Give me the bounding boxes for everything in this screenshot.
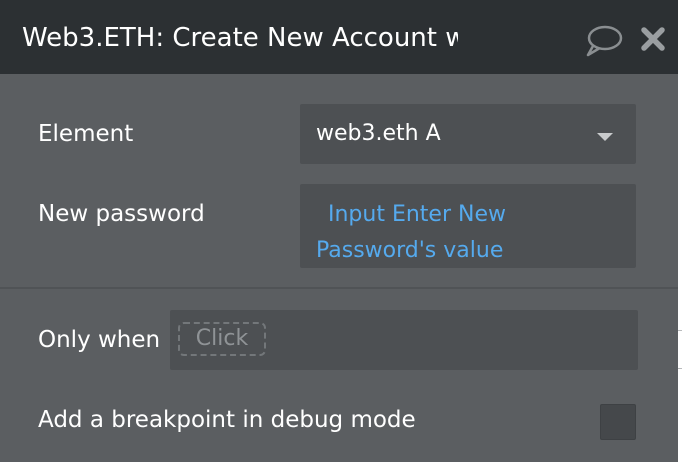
breakpoint-label: Add a breakpoint in debug mode <box>38 407 416 433</box>
canvas-line <box>678 330 682 331</box>
element-dropdown[interactable]: web3.eth A <box>300 104 636 164</box>
only-when-click-placeholder[interactable]: Click <box>178 322 266 356</box>
element-dropdown-value: web3.eth A <box>316 121 441 146</box>
element-label: Element <box>38 121 134 147</box>
panel-header: Web3.ETH: Create New Account w <box>0 0 678 74</box>
breakpoint-checkbox[interactable] <box>600 404 636 440</box>
new-password-field[interactable]: Input Enter New Password's value <box>300 184 636 268</box>
close-icon[interactable] <box>639 25 667 53</box>
comment-icon[interactable] <box>584 22 624 60</box>
new-password-dynamic-expression-line2[interactable]: Password's value <box>316 234 503 268</box>
canvas-line <box>678 368 682 369</box>
section-divider <box>0 287 678 289</box>
panel-title: Web3.ETH: Create New Account w <box>22 23 458 53</box>
canvas-edge <box>678 0 682 462</box>
new-password-dynamic-expression-line1[interactable]: Input Enter New <box>328 198 506 232</box>
only-when-label: Only when <box>38 327 161 353</box>
only-when-condition-field[interactable]: Click <box>170 310 638 370</box>
caret-down-icon <box>597 133 613 141</box>
action-properties-panel: Web3.ETH: Create New Account w Element w… <box>0 0 678 462</box>
new-password-label: New password <box>38 201 205 227</box>
